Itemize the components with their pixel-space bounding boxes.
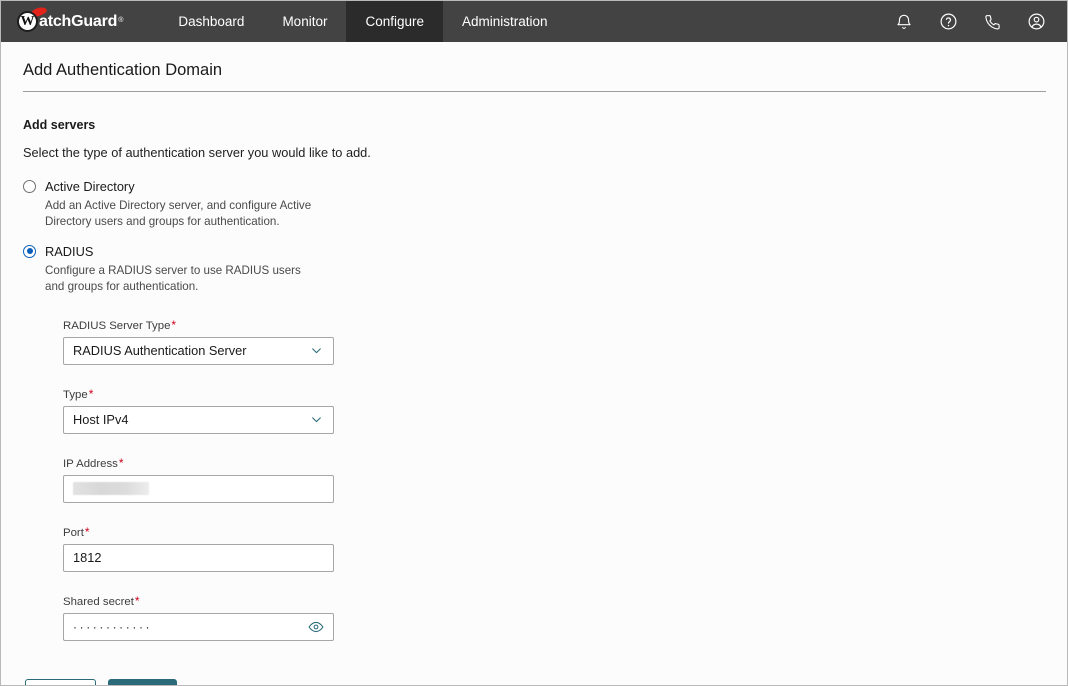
page-title: Add Authentication Domain — [23, 42, 1045, 91]
required-marker: * — [89, 387, 94, 401]
nav-tab-monitor[interactable]: Monitor — [263, 1, 346, 42]
radio-row-active-directory[interactable]: Active Directory — [23, 179, 1045, 194]
input-ip-address[interactable] — [63, 475, 334, 503]
label-text: Shared secret — [63, 596, 134, 608]
nav-tab-label: Monitor — [282, 14, 327, 29]
nav-tab-administration[interactable]: Administration — [443, 1, 567, 42]
label-text: Type — [63, 389, 88, 401]
chevron-down-icon[interactable] — [310, 413, 333, 426]
select-value: RADIUS Authentication Server — [64, 343, 310, 358]
nav-tab-dashboard[interactable]: Dashboard — [159, 1, 263, 42]
label-text: Port — [63, 527, 84, 539]
show-password-eye-icon[interactable] — [308, 619, 333, 635]
field-radius-server-type: RADIUS Server Type* RADIUS Authenticatio… — [63, 318, 1045, 365]
select-radius-server-type[interactable]: RADIUS Authentication Server — [63, 337, 334, 365]
required-marker: * — [85, 525, 90, 539]
radius-form: RADIUS Server Type* RADIUS Authenticatio… — [63, 318, 1045, 641]
support-phone-icon[interactable] — [981, 11, 1003, 33]
redacted-value — [73, 482, 149, 495]
brand-trademark: ® — [118, 17, 123, 24]
label-type: Type* — [63, 387, 1045, 401]
radio-help-active-directory: Add an Active Directory server, and conf… — [45, 198, 315, 231]
radio-active-directory-icon[interactable] — [23, 180, 36, 193]
nav-tab-configure[interactable]: Configure — [346, 1, 443, 42]
radio-help-radius: Configure a RADIUS server to use RADIUS … — [45, 263, 315, 296]
input-port[interactable]: 1812 — [63, 544, 334, 572]
radio-row-radius[interactable]: RADIUS — [23, 244, 1045, 259]
masked-value: ············ — [64, 621, 152, 633]
section-description: Select the type of authentication server… — [23, 145, 1045, 160]
input-shared-secret[interactable]: ············ — [63, 613, 334, 641]
radio-radius-icon[interactable] — [23, 245, 36, 258]
label-port: Port* — [63, 525, 1045, 539]
top-bar-actions — [893, 1, 1067, 42]
help-icon[interactable] — [937, 11, 959, 33]
form-actions: BACK SAVE Cancel — [25, 679, 1045, 686]
select-value: Host IPv4 — [64, 412, 310, 427]
nav-tab-label: Dashboard — [178, 14, 244, 29]
field-type: Type* Host IPv4 — [63, 387, 1045, 434]
nav-tab-label: Administration — [462, 14, 548, 29]
back-button[interactable]: BACK — [25, 679, 96, 686]
watchguard-logo[interactable]: W atchGuard ® — [1, 1, 137, 42]
label-text: IP Address — [63, 458, 118, 470]
required-marker: * — [135, 594, 140, 608]
field-ip-address: IP Address* — [63, 456, 1045, 503]
required-marker: * — [119, 456, 124, 470]
input-value: 1812 — [64, 550, 333, 565]
save-button[interactable]: SAVE — [108, 679, 176, 686]
label-text: RADIUS Server Type — [63, 320, 170, 332]
title-divider — [23, 91, 1046, 92]
notifications-icon[interactable] — [893, 11, 915, 33]
radio-label-active-directory: Active Directory — [45, 179, 135, 194]
radio-label-radius: RADIUS — [45, 244, 93, 259]
option-active-directory: Active Directory Add an Active Directory… — [23, 179, 1045, 231]
required-marker: * — [171, 318, 176, 332]
brand-logo-group: W atchGuard ® — [17, 11, 123, 32]
top-navigation-bar: W atchGuard ® Dashboard Monitor Configur… — [1, 1, 1067, 42]
page-content: Add Authentication Domain Add servers Se… — [1, 42, 1067, 686]
logo-w-mark-icon: W — [17, 11, 38, 32]
nav-tabs: Dashboard Monitor Configure Administrati… — [159, 1, 566, 42]
chevron-down-icon[interactable] — [310, 344, 333, 357]
select-type[interactable]: Host IPv4 — [63, 406, 334, 434]
field-port: Port* 1812 — [63, 525, 1045, 572]
nav-tab-label: Configure — [365, 14, 424, 29]
label-shared-secret: Shared secret* — [63, 594, 1045, 608]
field-shared-secret: Shared secret* ············ — [63, 594, 1045, 641]
section-heading: Add servers — [23, 118, 1045, 132]
label-radius-server-type: RADIUS Server Type* — [63, 318, 1045, 332]
option-radius: RADIUS Configure a RADIUS server to use … — [23, 244, 1045, 296]
application-window: W atchGuard ® Dashboard Monitor Configur… — [0, 0, 1068, 686]
account-icon[interactable] — [1025, 11, 1047, 33]
brand-name: atchGuard — [39, 13, 117, 31]
label-ip-address: IP Address* — [63, 456, 1045, 470]
